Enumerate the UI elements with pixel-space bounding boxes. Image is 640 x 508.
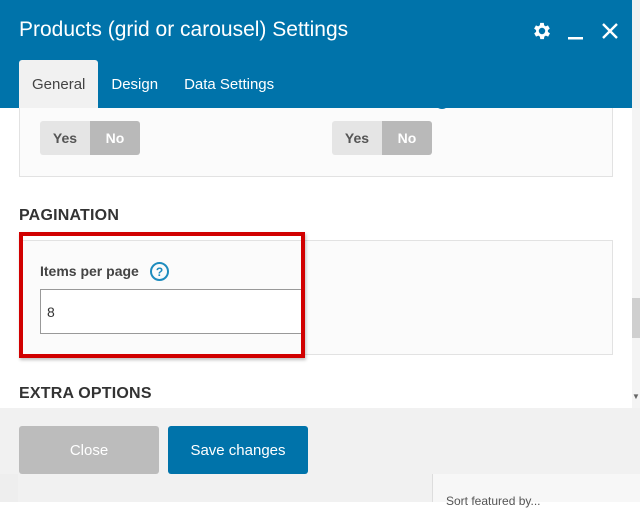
yes-no-toggle-2: Yes No xyxy=(332,121,432,155)
header-icons xyxy=(530,18,622,44)
help-icon-partial xyxy=(434,108,450,109)
tab-data-settings[interactable]: Data Settings xyxy=(171,60,287,108)
scrollbar-thumb[interactable] xyxy=(632,298,640,338)
toggle-no-option[interactable]: No xyxy=(90,121,140,155)
pagination-card: Items per page ? xyxy=(19,240,613,355)
help-icon[interactable]: ? xyxy=(150,262,169,281)
toggle-yes-option[interactable]: Yes xyxy=(40,121,90,155)
tab-design[interactable]: Design xyxy=(98,60,171,108)
save-changes-button[interactable]: Save changes xyxy=(168,426,308,474)
minimize-icon[interactable] xyxy=(564,18,588,44)
tab-general[interactable]: General xyxy=(19,60,99,108)
scroll-down-arrow[interactable]: ▼ xyxy=(632,392,640,402)
modal-title: Products (grid or carousel) Settings xyxy=(19,18,349,41)
gear-icon[interactable] xyxy=(530,18,554,44)
modal-header: Products (grid or carousel) Settings Gen… xyxy=(0,0,632,108)
extra-options-section-title: EXTRA OPTIONS xyxy=(19,385,152,402)
items-per-page-label: Items per page xyxy=(40,263,139,279)
background-left-edge xyxy=(0,474,18,502)
tab-bar: General Design Data Settings xyxy=(19,60,287,108)
options-card: Yes No Yes No xyxy=(19,108,613,177)
modal-body: Yes No Yes No PAGINATION Items per page … xyxy=(0,108,632,408)
items-per-page-input[interactable] xyxy=(40,289,302,334)
settings-modal: Products (grid or carousel) Settings Gen… xyxy=(0,0,632,474)
scrollbar-track[interactable] xyxy=(632,108,640,408)
modal-footer: Close Save changes xyxy=(0,408,632,474)
yes-no-toggle-1: Yes No xyxy=(40,121,140,155)
toggle-no-option[interactable]: No xyxy=(382,121,432,155)
close-icon[interactable] xyxy=(598,18,622,44)
background-partial-text: Sort featured by... xyxy=(446,494,541,508)
pagination-section-title: PAGINATION xyxy=(19,207,120,224)
toggle-yes-option[interactable]: Yes xyxy=(332,121,382,155)
close-button[interactable]: Close xyxy=(19,426,159,474)
